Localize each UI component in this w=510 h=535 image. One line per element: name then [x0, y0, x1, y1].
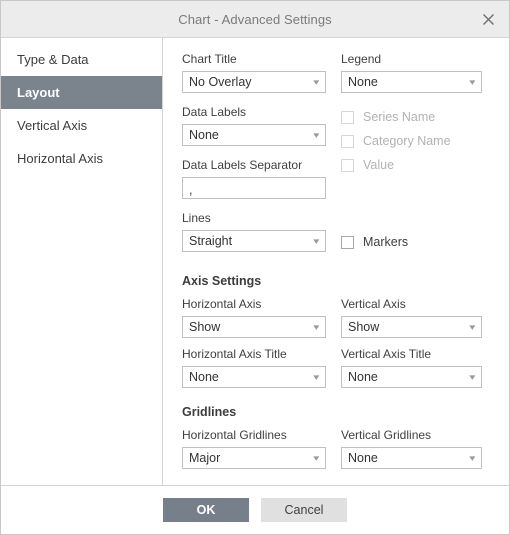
sidebar-item-label: Layout [17, 85, 60, 100]
vertical-axis-title-label: Vertical Axis Title [341, 347, 432, 361]
lines-label: Lines [182, 211, 211, 225]
sidebar-item-horizontal-axis[interactable]: Horizontal Axis [1, 142, 162, 175]
horizontal-axis-select[interactable]: Show ▾ [182, 316, 326, 338]
row-chart-title-legend: Chart Title No Overlay ▾ Legend None ▾ [182, 52, 509, 93]
field-legend: Legend None ▾ [341, 52, 491, 93]
data-label-options: Series Name Category Name Value [341, 105, 491, 199]
field-markers: Markers [341, 211, 491, 254]
checkbox-label: Markers [363, 235, 409, 249]
cancel-button[interactable]: Cancel [261, 498, 347, 522]
field-vertical-axis-title: Vertical Axis Title None ▾ [341, 347, 491, 388]
horizontal-gridlines-select[interactable]: Major ▾ [182, 447, 326, 469]
chevron-down-icon: ▾ [313, 452, 320, 463]
lines-value: Straight [189, 234, 233, 248]
vertical-axis-label: Vertical Axis [341, 297, 406, 311]
sidebar-item-layout[interactable]: Layout [1, 76, 162, 109]
row-axis-show: Horizontal Axis Show ▾ Vertical Axis Sho… [182, 297, 509, 338]
data-labels-separator-value: , [189, 183, 193, 197]
sidebar-item-label: Type & Data [17, 52, 89, 67]
horizontal-axis-value: Show [189, 320, 221, 334]
checkbox-box-icon [341, 235, 354, 249]
field-vertical-gridlines: Vertical Gridlines None ▾ [341, 428, 491, 469]
legend-label: Legend [341, 52, 382, 66]
chevron-down-icon: ▾ [313, 76, 320, 87]
dialog-body: Type & Data Layout Vertical Axis Horizon… [1, 38, 509, 486]
sidebar-item-vertical-axis[interactable]: Vertical Axis [1, 109, 162, 142]
dialog-title: Chart - Advanced Settings [178, 11, 332, 27]
horizontal-gridlines-label: Horizontal Gridlines [182, 428, 287, 442]
ok-button[interactable]: OK [163, 498, 249, 522]
data-labels-select[interactable]: None ▾ [182, 124, 326, 146]
row-axis-titles: Horizontal Axis Title None ▾ Vertical Ax… [182, 347, 509, 388]
advanced-settings-dialog: Chart - Advanced Settings Type & Data La… [0, 0, 510, 535]
checkbox-box-icon [341, 134, 354, 148]
vertical-axis-select[interactable]: Show ▾ [341, 316, 482, 338]
data-labels-separator-input[interactable]: , [182, 177, 326, 199]
close-icon[interactable] [477, 8, 499, 30]
horizontal-axis-label: Horizontal Axis [182, 297, 262, 311]
settings-sidebar: Type & Data Layout Vertical Axis Horizon… [1, 38, 163, 485]
field-horizontal-axis-title: Horizontal Axis Title None ▾ [182, 347, 340, 388]
chevron-down-icon: ▾ [469, 452, 476, 463]
checkbox-box-icon [341, 158, 354, 172]
sidebar-item-label: Horizontal Axis [17, 151, 103, 166]
gridlines-heading: Gridlines [182, 405, 237, 419]
field-data-labels: Data Labels None ▾ Data Labels Separator… [182, 105, 340, 199]
axis-settings-heading: Axis Settings [182, 274, 262, 288]
chevron-down-icon: ▾ [469, 371, 476, 382]
horizontal-axis-title-value: None [189, 370, 219, 384]
chevron-down-icon: ▾ [313, 129, 320, 140]
data-labels-value: None [189, 128, 219, 142]
sidebar-item-label: Vertical Axis [17, 118, 88, 133]
row-data-labels-checkboxes: Data Labels None ▾ Data Labels Separator… [182, 105, 509, 199]
checkbox-markers[interactable]: Markers [341, 230, 491, 254]
row-lines-markers: Lines Straight ▾ Markers [182, 211, 509, 254]
dialog-footer: OK Cancel [1, 486, 509, 534]
row-gridlines: Horizontal Gridlines Major ▾ Vertical Gr… [182, 428, 509, 469]
checkbox-series-name[interactable]: Series Name [341, 105, 491, 129]
vertical-gridlines-label: Vertical Gridlines [341, 428, 432, 442]
layout-settings-panel: Chart Title No Overlay ▾ Legend None ▾ D… [163, 38, 509, 485]
vertical-gridlines-value: None [348, 451, 378, 465]
chevron-down-icon: ▾ [313, 371, 320, 382]
legend-select[interactable]: None ▾ [341, 71, 482, 93]
data-labels-label: Data Labels [182, 105, 247, 119]
horizontal-gridlines-value: Major [189, 451, 221, 465]
checkbox-box-icon [341, 110, 354, 124]
vertical-axis-title-value: None [348, 370, 378, 384]
sidebar-item-type-and-data[interactable]: Type & Data [1, 43, 162, 76]
chevron-down-icon: ▾ [469, 321, 476, 332]
chevron-down-icon: ▾ [469, 76, 476, 87]
vertical-gridlines-select[interactable]: None ▾ [341, 447, 482, 469]
checkbox-label: Value [363, 158, 395, 172]
field-lines: Lines Straight ▾ [182, 211, 340, 254]
horizontal-axis-title-select[interactable]: None ▾ [182, 366, 326, 388]
checkbox-category-name[interactable]: Category Name [341, 129, 491, 153]
dialog-titlebar: Chart - Advanced Settings [1, 1, 509, 38]
checkbox-label: Category Name [363, 134, 451, 148]
field-horizontal-gridlines: Horizontal Gridlines Major ▾ [182, 428, 340, 469]
chevron-down-icon: ▾ [313, 321, 320, 332]
horizontal-axis-title-label: Horizontal Axis Title [182, 347, 287, 361]
field-horizontal-axis: Horizontal Axis Show ▾ [182, 297, 340, 338]
checkbox-value[interactable]: Value [341, 153, 491, 177]
field-vertical-axis: Vertical Axis Show ▾ [341, 297, 491, 338]
chart-title-select[interactable]: No Overlay ▾ [182, 71, 326, 93]
chart-title-value: No Overlay [189, 75, 252, 89]
legend-value: None [348, 75, 378, 89]
chevron-down-icon: ▾ [313, 235, 320, 246]
data-labels-separator-label: Data Labels Separator [182, 158, 303, 172]
vertical-axis-value: Show [348, 320, 380, 334]
vertical-axis-title-select[interactable]: None ▾ [341, 366, 482, 388]
field-chart-title: Chart Title No Overlay ▾ [182, 52, 340, 93]
checkbox-label: Series Name [363, 110, 436, 124]
lines-select[interactable]: Straight ▾ [182, 230, 326, 252]
chart-title-label: Chart Title [182, 52, 237, 66]
